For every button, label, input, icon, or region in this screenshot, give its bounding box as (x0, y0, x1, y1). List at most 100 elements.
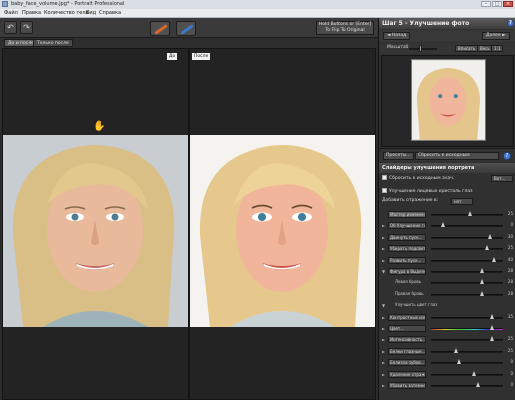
maximize-button[interactable]: □ (492, 1, 502, 7)
slider-thumb[interactable] (480, 290, 485, 296)
slider-label[interactable]: Фигура в Выделение... (388, 268, 426, 275)
slider-value: 0 (510, 222, 513, 228)
slider-value: 28 (507, 279, 513, 285)
slider-thumb[interactable] (457, 359, 462, 365)
expander-icon[interactable]: ► (382, 223, 385, 228)
slider-label[interactable]: Об Улучшение глаз... (388, 222, 426, 230)
slider-row: ► Белизна зубов... 0 (381, 358, 514, 367)
slider-thumb[interactable] (491, 256, 496, 262)
help-icon[interactable]: ? (507, 20, 514, 27)
slider-label[interactable]: Убирать подсветку... (388, 245, 426, 253)
slider-value: 28 (507, 268, 513, 273)
slider-label[interactable]: Цвет... (388, 325, 426, 332)
slider-label[interactable]: Удаление отражения в оправах... (388, 370, 426, 378)
tab-after-only[interactable]: Только после (33, 39, 73, 47)
close-button[interactable]: × (503, 1, 513, 7)
zoom-slider-thumb[interactable] (419, 45, 422, 52)
expander-icon[interactable]: ► (382, 360, 385, 365)
slider-thumb[interactable] (441, 222, 446, 228)
slider-row: ►Убирать подсветку... 25 (381, 244, 514, 253)
expander-icon[interactable]: ► (382, 315, 385, 320)
slider-label[interactable]: Двинуть пуск... (388, 233, 426, 241)
slider-row: ►Контрастные изменения... 35 (381, 313, 514, 322)
reset-select[interactable]: Вот... (491, 175, 513, 182)
slider-row: ► Цвет... (381, 324, 514, 333)
brush-tool-button[interactable] (150, 21, 170, 36)
window-title: baby_face_volume.jpg* - Portrait Profess… (11, 1, 125, 7)
next-button[interactable]: Далее ► (482, 32, 510, 40)
slider-thumb[interactable] (454, 347, 459, 353)
slider-row: ► Развить пуск... 40 (381, 256, 514, 265)
reset-checkbox[interactable] (382, 175, 387, 180)
slider-label[interactable]: Белизна зубов... (388, 359, 426, 367)
expander-icon[interactable]: ► (382, 326, 385, 331)
slider-track[interactable] (431, 362, 503, 365)
zoom-fit-button[interactable]: Вписать (455, 45, 479, 52)
minimize-button[interactable]: – (481, 1, 491, 7)
eraser-tool-button[interactable] (176, 21, 196, 36)
menu-body[interactable]: Количество тела (44, 10, 89, 16)
slider-thumb[interactable] (480, 279, 485, 285)
slider-thumb[interactable] (490, 336, 495, 342)
slider-thumb[interactable] (490, 313, 495, 319)
slider-label[interactable]: Интенсивность... (388, 336, 426, 344)
expander-icon[interactable]: ► (382, 383, 385, 388)
slider-track[interactable] (431, 248, 503, 251)
slider-label: Правая бровь (395, 290, 424, 296)
menu-edit[interactable]: Правка (22, 10, 41, 16)
expander-icon[interactable]: ► (382, 337, 385, 342)
zoom-100-button[interactable]: 1:1 (491, 45, 504, 52)
slider-thumb[interactable] (471, 370, 476, 376)
slider-value: 30 (507, 233, 513, 239)
slider-track[interactable] (431, 214, 503, 216)
presets-button[interactable]: Пресеты... (383, 152, 414, 160)
redo-button[interactable]: ↷ (20, 21, 33, 34)
slider-track[interactable] (431, 271, 503, 273)
slider-track[interactable] (431, 236, 503, 239)
expander-icon[interactable]: ► (382, 349, 385, 354)
slider-row: ▼ Улучшить цвет глаз (381, 301, 514, 310)
preset-select[interactable]: Сбросить к исходным (415, 152, 499, 160)
slider-label[interactable]: Контрастные изменения... (388, 313, 426, 321)
slider-thumb[interactable] (487, 233, 492, 239)
slider-track[interactable] (431, 282, 503, 285)
slider-thumb[interactable] (468, 211, 473, 216)
expander-icon[interactable]: ▼ (382, 303, 385, 308)
sliders-title: Слайдеры улучшения портрета (382, 165, 475, 171)
back-button[interactable]: ◄ Назад (383, 32, 411, 40)
slider-thumb[interactable] (490, 325, 495, 330)
preset-help-icon[interactable]: ? (503, 152, 511, 160)
expander-icon[interactable]: ► (382, 372, 385, 377)
texture-select[interactable]: нет (451, 198, 473, 205)
slider-label[interactable]: Развить пуск... (388, 256, 426, 264)
slider-track[interactable] (431, 293, 503, 296)
expander-icon[interactable]: ► (382, 235, 385, 240)
title-bar: baby_face_volume.jpg* - Portrait Profess… (0, 0, 515, 9)
expander-icon[interactable]: ► (382, 258, 385, 263)
zoom-slider-track[interactable] (409, 48, 437, 50)
before-pane[interactable]: До ✋ (2, 48, 189, 400)
expander-icon[interactable]: ► (382, 246, 385, 251)
slider-track[interactable] (431, 373, 503, 376)
slider-value: 25 (507, 347, 513, 353)
nav-row: ◄ Назад Далее ► (379, 30, 515, 42)
slider-thumb[interactable] (476, 382, 481, 387)
menu-file[interactable]: Файл (4, 10, 18, 16)
menu-help[interactable]: Справка (99, 10, 121, 16)
slider-track[interactable] (431, 385, 503, 387)
slider-label[interactable]: Убавить затемнения кругов... (388, 382, 426, 389)
undo-button[interactable]: ↶ (4, 21, 17, 34)
slider-track[interactable] (431, 350, 503, 353)
navigator-preview[interactable] (381, 55, 514, 147)
expander-icon[interactable]: ▼ (382, 269, 385, 274)
brush-icon (154, 24, 168, 35)
slider-label: Улучшить цвет глаз (395, 302, 438, 308)
slider-label[interactable]: Мастер изменения (388, 211, 426, 218)
slider-thumb[interactable] (484, 245, 489, 251)
auto-face-label: Улучшение лицевых кристаль глаз (389, 189, 473, 194)
after-pane[interactable]: После (189, 48, 376, 400)
auto-face-checkbox[interactable] (382, 188, 387, 193)
slider-label[interactable]: Белки глазные... (388, 347, 426, 355)
menu-view[interactable]: Вид (86, 10, 96, 16)
slider-thumb[interactable] (480, 268, 485, 273)
